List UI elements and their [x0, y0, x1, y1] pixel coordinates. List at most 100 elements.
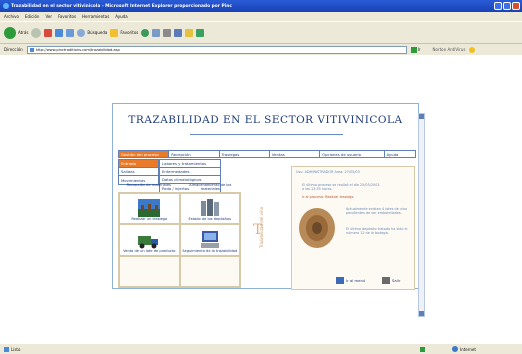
- main-nav: Gestión del proceso Recepción Trasiegos …: [118, 150, 416, 158]
- app-scrollbar[interactable]: [418, 113, 425, 317]
- submenu-salidas[interactable]: Salidas: [119, 168, 158, 176]
- favorites-label: Favoritos: [120, 30, 139, 35]
- norton-icon[interactable]: [469, 46, 476, 53]
- search-label: Búsqueda: [87, 30, 108, 35]
- favorites-button[interactable]: Favoritos: [110, 28, 139, 37]
- status-bar: Listo Internet: [0, 343, 522, 354]
- exit-button[interactable]: Salir: [382, 277, 400, 284]
- minimize-button[interactable]: [494, 2, 502, 10]
- process-grid: Realizar un trasiego Estado de los depós…: [118, 192, 241, 288]
- edit-icon[interactable]: [174, 28, 183, 37]
- folder-icon[interactable]: [185, 28, 194, 37]
- status-zone: Internet: [452, 346, 476, 352]
- grid-header-labels: Recepción de materiales Almacenamiento d…: [118, 183, 241, 191]
- panel-user-line: Usu: ADMINISTRADOR Area: 27/05/03: [296, 170, 360, 174]
- monitor-icon: [336, 277, 344, 284]
- address-input[interactable]: http://www.pinctraditions.com/trazabilid…: [26, 45, 407, 54]
- back-label: Atrás: [18, 30, 29, 35]
- panel-msg-deposit: El último depósito tratado ha sido el nú…: [346, 227, 408, 236]
- maximize-button[interactable]: [503, 2, 511, 10]
- browser-toolbar: Atrás Búsqueda Favoritos: [0, 21, 522, 43]
- status-text: Listo: [11, 346, 21, 352]
- grid-cell-depositos[interactable]: Estado de los depósitos: [179, 193, 240, 225]
- print-icon[interactable]: [163, 28, 172, 37]
- submenu-labores[interactable]: Labores y tratamientos: [160, 160, 220, 168]
- exit-icon: [382, 277, 390, 284]
- refresh-icon[interactable]: [55, 28, 64, 37]
- address-bar: Dirección http://www.pinctraditions.com/…: [0, 43, 522, 55]
- menu-button[interactable]: Ir al menú: [336, 277, 365, 284]
- norton-toolbar[interactable]: Norton AntiVirus: [433, 47, 466, 52]
- menu-view[interactable]: Ver: [45, 14, 52, 19]
- grid-cell-trasiego[interactable]: Realizar un trasiego: [119, 193, 180, 225]
- nav-gestion[interactable]: Gestión del proceso: [119, 151, 170, 157]
- panel-msg-pending: Actualmente existen 4 lotes de vino pend…: [346, 207, 408, 216]
- page-icon: [29, 47, 34, 52]
- grid-cell-empty-2: [179, 255, 240, 287]
- grid-cell-seguimiento[interactable]: Seguimiento de la trazabilidad: [179, 224, 240, 256]
- app-title: TRAZABILIDAD EN EL SECTOR VITIVINICOLA: [128, 114, 403, 126]
- mail-icon[interactable]: [152, 28, 161, 37]
- scroll-down-button[interactable]: [419, 311, 424, 316]
- nav-ventas[interactable]: Ventas: [269, 151, 321, 157]
- grid-label-seguimiento: Seguimiento de la trazabilidad: [182, 248, 238, 253]
- history-icon[interactable]: [141, 28, 150, 37]
- grid-label-trasiego: Realizar un trasiego: [131, 217, 168, 222]
- close-button[interactable]: [512, 2, 520, 10]
- vineyard-icon: [138, 199, 161, 218]
- submenu-entrada[interactable]: Entrada: [119, 160, 158, 168]
- menu-help[interactable]: Ayuda: [115, 14, 127, 19]
- menu-button-label: Ir al menú: [346, 278, 366, 283]
- label-almacenamiento[interactable]: Almacenamiento de los materiales: [180, 183, 242, 191]
- globe-icon: [452, 346, 458, 352]
- lock-icon: [420, 347, 425, 352]
- truck-icon: [138, 235, 159, 249]
- nav-opciones[interactable]: Opciones de usuario: [320, 151, 385, 157]
- menu-favorites[interactable]: Favoritos: [58, 14, 76, 19]
- home-icon[interactable]: [66, 28, 75, 37]
- nav-ayuda[interactable]: Ayuda: [384, 151, 415, 157]
- computer-icon: [200, 230, 219, 248]
- window-controls: [494, 2, 520, 10]
- tank-icon: [200, 199, 219, 217]
- grid-cell-venta[interactable]: Venta de un lote de producto: [119, 224, 180, 256]
- app-frame: TRAZABILIDAD EN EL SECTOR VITIVINICOLA G…: [112, 103, 419, 290]
- menu-edit[interactable]: Edición: [25, 14, 39, 19]
- grid-cell-empty-1: [119, 255, 180, 287]
- info-panel: Usu: ADMINISTRADOR Area: 27/05/03 El últ…: [291, 166, 415, 290]
- page-viewport: TRAZABILIDAD EN EL SECTOR VITIVINICOLA G…: [0, 55, 522, 343]
- nav-trasiegos[interactable]: Trasiegos: [219, 151, 270, 157]
- status-zone-label: Internet: [460, 346, 476, 352]
- menu-file[interactable]: Archivo: [4, 14, 19, 19]
- title-underline: [190, 134, 343, 135]
- label-recepcion-materiales[interactable]: Recepción de materiales: [118, 183, 180, 191]
- search-button[interactable]: Búsqueda: [77, 28, 108, 37]
- stop-icon[interactable]: [44, 28, 53, 37]
- nav-recepcion[interactable]: Recepción: [169, 151, 220, 157]
- menu-tools[interactable]: Herramientas: [82, 14, 109, 19]
- back-arrow-icon: [4, 26, 16, 39]
- go-button[interactable]: Ir: [410, 46, 421, 53]
- panel-msg-goto[interactable]: Ir al proceso: Realizar trasiego: [302, 195, 382, 199]
- menu-bar: Archivo Edición Ver Favoritos Herramient…: [0, 12, 522, 21]
- submenu-primary: Entrada Salidas Movimientos: [118, 159, 159, 185]
- submenu-enfermedades[interactable]: Enfermedades: [160, 168, 220, 176]
- scroll-up-button[interactable]: [419, 114, 424, 119]
- go-arrow-icon: [410, 46, 417, 53]
- messenger-icon[interactable]: [196, 28, 205, 37]
- search-icon: [77, 28, 86, 37]
- ie-logo-icon: [3, 3, 9, 9]
- panel-msg-last-process: El último proceso se realizó el día 25/0…: [302, 183, 380, 192]
- barrel-image: [299, 208, 335, 248]
- window-title: Trazabilidad en el sector vitivinicola -…: [11, 3, 232, 9]
- window-titlebar: Trazabilidad en el sector vitivinicola -…: [0, 0, 522, 12]
- address-label: Dirección: [4, 47, 23, 52]
- status-page-icon: [4, 346, 9, 352]
- star-icon: [110, 28, 119, 37]
- back-button[interactable]: Atrás: [4, 26, 29, 39]
- address-url: http://www.pinctraditions.com/trazabilid…: [35, 47, 120, 52]
- go-label: Ir: [417, 47, 421, 52]
- vertical-brand-text: Trazabilidad del vino: [259, 206, 264, 248]
- forward-button[interactable]: [31, 27, 42, 38]
- grid-label-venta: Venta de un lote de producto: [123, 248, 176, 253]
